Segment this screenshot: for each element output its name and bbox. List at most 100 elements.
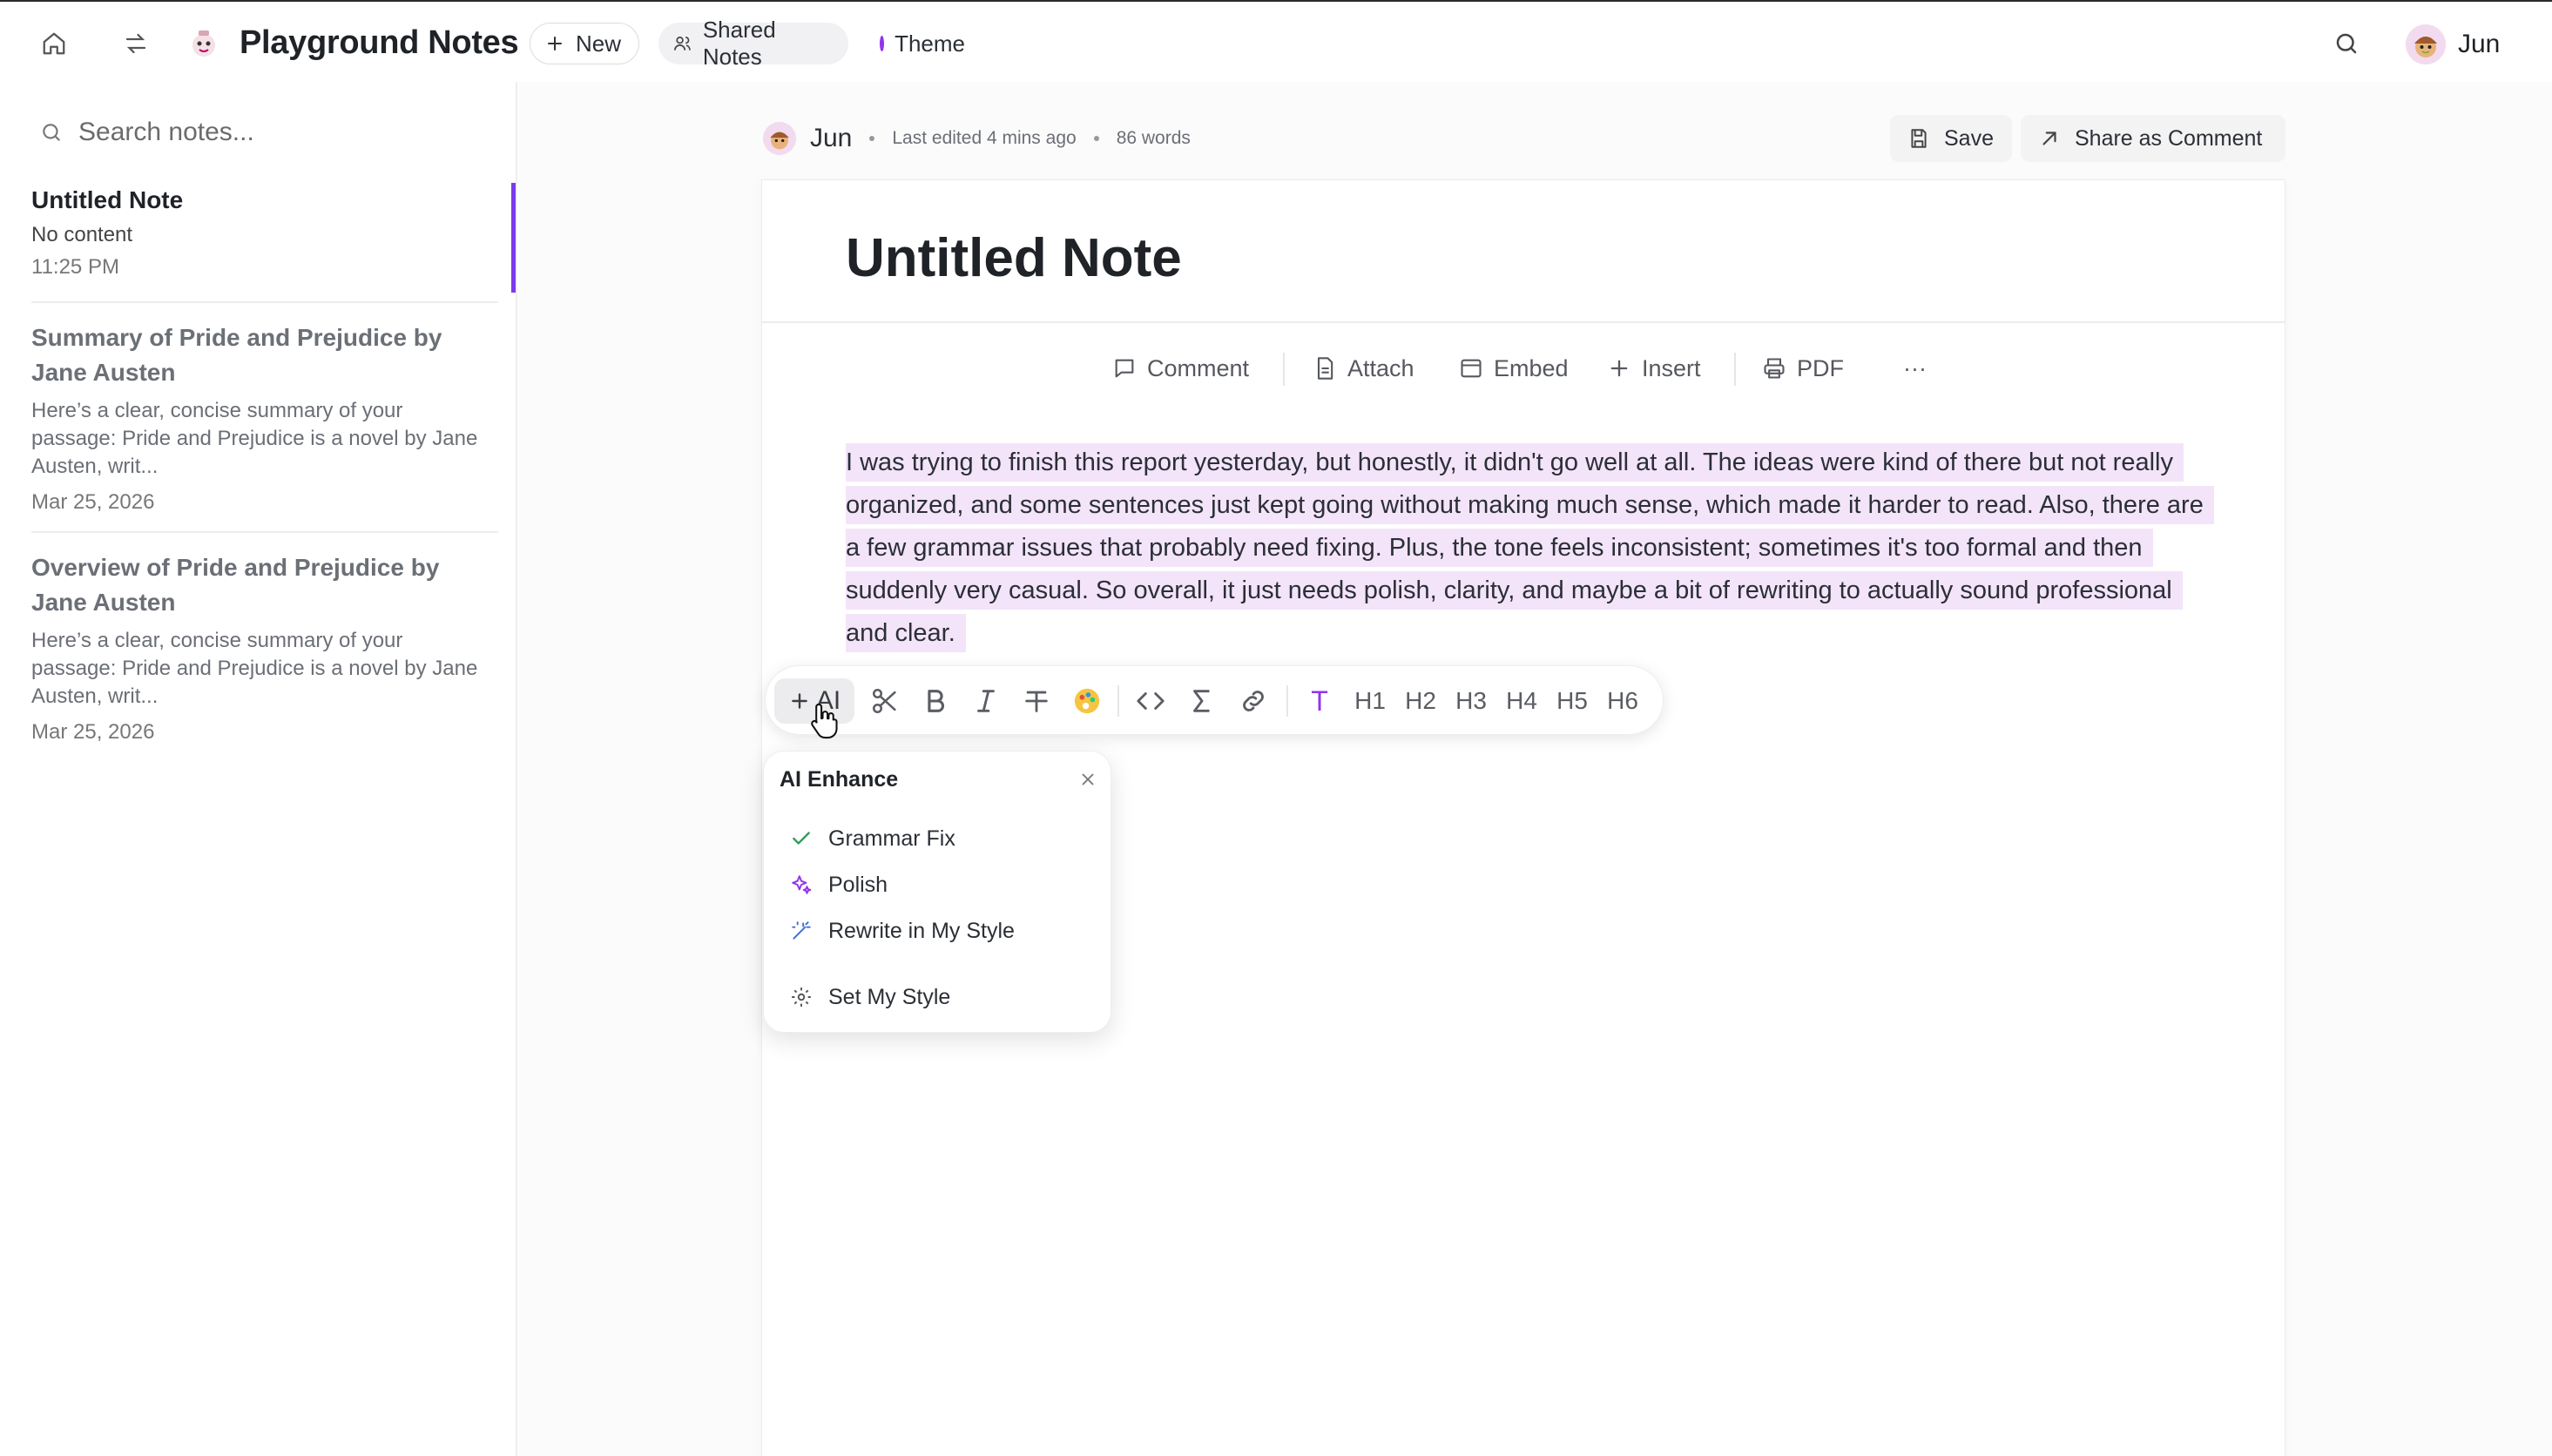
note-title-heading[interactable]: Untitled Note — [846, 224, 1182, 293]
toolbar-separator — [1283, 353, 1285, 386]
theme-button[interactable]: Theme — [866, 23, 979, 64]
toolbar-separator — [1286, 685, 1288, 717]
grammar-fix-label: Grammar Fix — [828, 826, 955, 851]
grammar-fix-option[interactable]: Grammar Fix — [790, 821, 955, 856]
note-item-overview[interactable]: Overview of Pride and Prejudice by Jane … — [0, 550, 516, 745]
text-color-button[interactable]: T — [1299, 678, 1340, 724]
note-item-summary[interactable]: Summary of Pride and Prejudice by Jane A… — [0, 320, 516, 516]
author-avatar — [763, 122, 796, 155]
new-label: New — [576, 30, 622, 57]
link-icon[interactable] — [1231, 678, 1276, 724]
search-notes-box[interactable] — [26, 108, 496, 157]
gear-icon — [792, 988, 811, 1007]
insert-button[interactable]: Insert — [1607, 342, 1701, 394]
embed-label: Embed — [1494, 354, 1569, 381]
search-notes-input[interactable] — [78, 118, 479, 147]
note-date: 11:25 PM — [31, 255, 119, 279]
scissors-icon[interactable] — [863, 678, 907, 724]
sidebar: Untitled Note No content 11:25 PM Summar… — [0, 82, 517, 1456]
formatting-toolbar: AI T H1 H2 H3 H4 H5 H6 — [765, 665, 1664, 735]
note-divider — [31, 301, 498, 303]
note-item-untitled[interactable]: Untitled Note No content 11:25 PM — [0, 183, 516, 293]
note-preview: No content — [31, 223, 133, 246]
search-icon[interactable] — [2327, 24, 2366, 63]
comment-label: Comment — [1147, 354, 1250, 381]
word-count: 86 words — [1116, 128, 1191, 148]
arrow-up-right-icon — [2042, 131, 2056, 145]
users-icon — [673, 37, 691, 51]
ai-enhance-menu: AI Enhance Grammar Fix Polish Rewrite in… — [763, 751, 1111, 1033]
pdf-label: PDF — [1797, 354, 1844, 381]
home-icon[interactable] — [35, 24, 73, 63]
sparkles-icon — [792, 875, 812, 894]
title-divider — [762, 321, 2285, 323]
plus-icon — [548, 37, 562, 51]
heading-6-button[interactable]: H6 — [1600, 678, 1645, 724]
italic-icon[interactable] — [964, 678, 1008, 724]
code-icon[interactable] — [1128, 678, 1173, 724]
insert-label: Insert — [1642, 354, 1701, 381]
plus-icon — [792, 693, 807, 709]
palette-icon[interactable] — [1065, 678, 1109, 724]
new-note-button[interactable]: New — [530, 23, 639, 64]
author-name: Jun — [810, 124, 853, 152]
note-title: Overview of Pride and Prejudice by Jane … — [31, 554, 440, 616]
avatar — [2406, 24, 2446, 64]
pdf-button[interactable]: PDF — [1762, 342, 1844, 394]
note-divider — [31, 531, 498, 533]
attach-button[interactable]: Attach — [1313, 342, 1414, 394]
comment-button[interactable]: Comment — [1112, 342, 1249, 394]
printer-icon — [1764, 358, 1785, 379]
last-edited: Last edited 4 mins ago — [892, 128, 1077, 148]
note-title: Untitled Note — [31, 186, 184, 213]
set-my-style-label: Set My Style — [828, 984, 951, 1009]
more-options-button[interactable]: ··· — [1903, 342, 1927, 394]
shared-notes-button[interactable]: Shared Notes — [658, 17, 848, 70]
note-date: Mar 25, 2026 — [31, 720, 155, 744]
save-button[interactable]: Save — [1890, 115, 2012, 162]
swap-arrows-icon[interactable] — [117, 24, 155, 63]
heading-5-button[interactable]: H5 — [1549, 678, 1595, 724]
polish-option[interactable]: Polish — [790, 867, 888, 902]
note-meta: Jun Last edited 4 mins ago 86 words — [763, 117, 1191, 160]
share-as-comment-button[interactable]: Share as Comment — [2021, 115, 2285, 162]
hand-cursor-icon — [808, 702, 840, 740]
bold-icon[interactable] — [914, 678, 957, 724]
polish-label: Polish — [828, 872, 888, 897]
heading-3-button[interactable]: H3 — [1448, 678, 1494, 724]
note-title: Summary of Pride and Prejudice by Jane A… — [31, 324, 442, 386]
shared-notes-label: Shared Notes — [702, 17, 776, 70]
doc-toolbar: Comment Attach Embed Insert PDF ··· — [762, 342, 2285, 394]
browser-icon — [1461, 359, 1482, 378]
heading-2-button[interactable]: H2 — [1398, 678, 1443, 724]
app-title: Playground Notes — [240, 24, 519, 61]
ai-menu-title: AI Enhance — [780, 767, 899, 792]
strikethrough-icon[interactable] — [1015, 678, 1058, 724]
heading-1-button[interactable]: H1 — [1347, 678, 1393, 724]
app-logo-icon — [186, 26, 221, 61]
sigma-icon[interactable] — [1180, 678, 1224, 724]
meta-separator — [1093, 136, 1099, 141]
note-preview: Here’s a clear, concise summary of your … — [31, 629, 478, 708]
save-label: Save — [1944, 125, 1994, 151]
note-date: Mar 25, 2026 — [31, 490, 155, 514]
embed-button[interactable]: Embed — [1459, 342, 1569, 394]
meta-separator — [869, 136, 875, 141]
toolbar-separator — [1117, 685, 1119, 717]
user-menu[interactable]: Jun — [2406, 23, 2500, 66]
note-preview: Here’s a clear, concise summary of your … — [31, 399, 478, 478]
rewrite-label: Rewrite in My Style — [828, 918, 1015, 943]
user-name: Jun — [2458, 30, 2501, 58]
plus-icon — [1610, 360, 1628, 377]
file-icon — [1317, 357, 1333, 380]
heading-4-button[interactable]: H4 — [1499, 678, 1544, 724]
share-label: Share as Comment — [2075, 125, 2263, 151]
note-body[interactable]: I was trying to finish this report yeste… — [846, 442, 2214, 655]
top-bar: Playground Notes New Shared Notes Theme … — [0, 0, 2552, 82]
close-icon[interactable] — [1074, 765, 1102, 793]
rewrite-in-my-style-option[interactable]: Rewrite in My Style — [790, 913, 1015, 948]
selected-text[interactable]: I was trying to finish this report yeste… — [846, 443, 2214, 652]
theme-color-dot — [880, 36, 885, 51]
set-my-style-option[interactable]: Set My Style — [790, 980, 950, 1014]
search-icon — [43, 124, 60, 141]
